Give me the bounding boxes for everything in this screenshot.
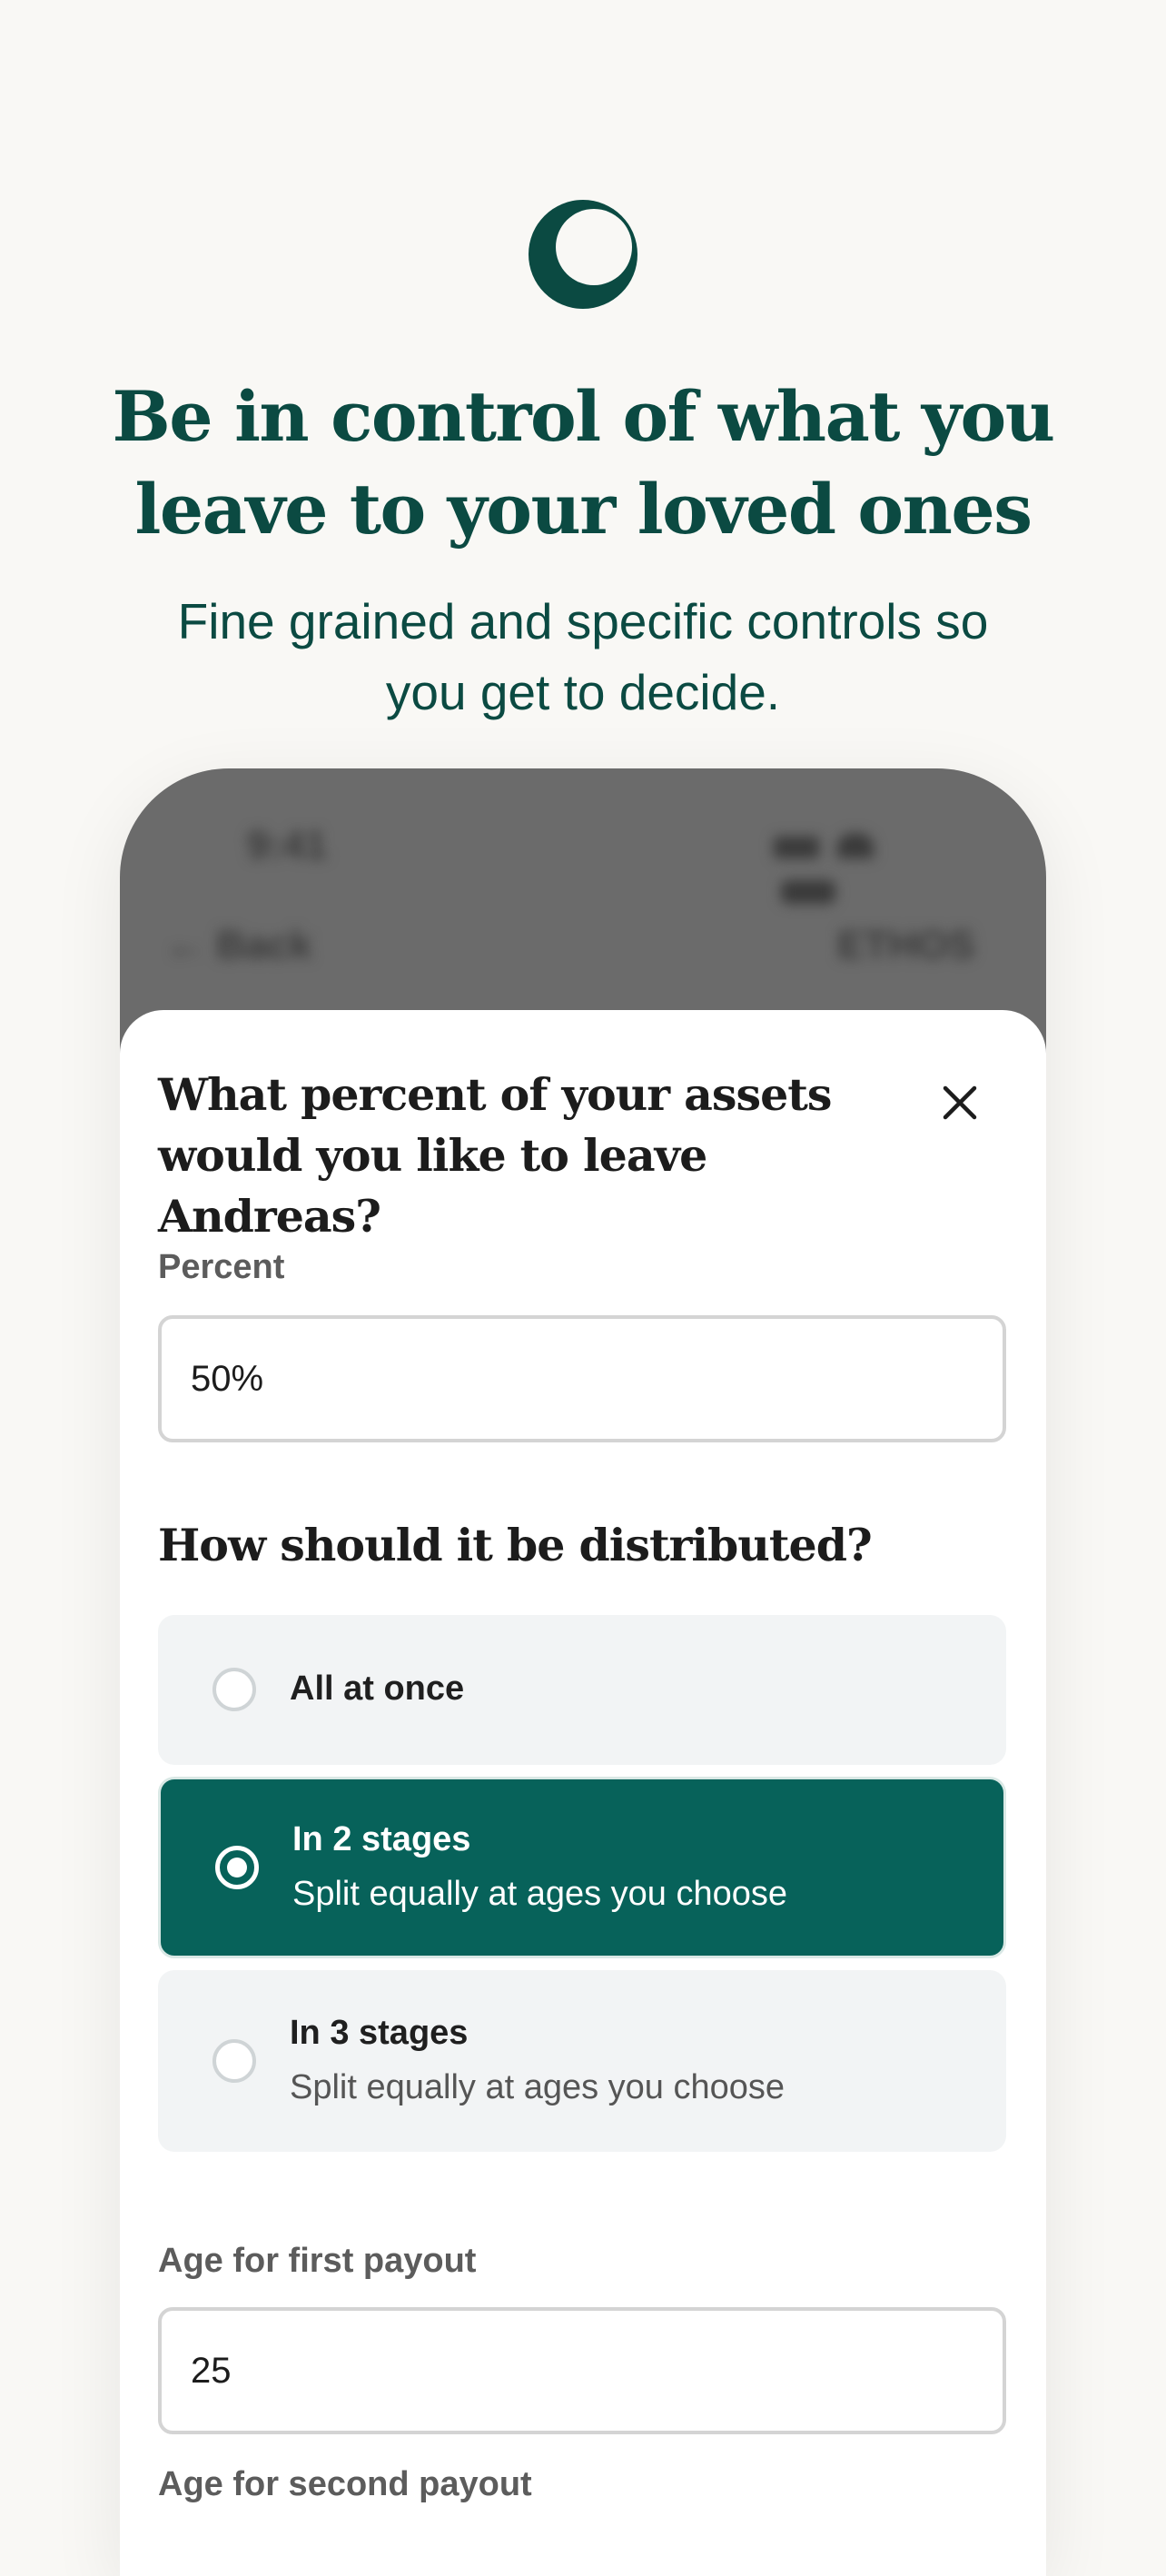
first-payout-input[interactable]	[158, 2307, 1006, 2434]
radio-button-selected[interactable]	[215, 1846, 259, 1889]
crescent-ring-icon	[529, 200, 637, 309]
status-time: 9:41	[247, 823, 328, 867]
radio-button[interactable]	[212, 2039, 256, 2083]
percent-input[interactable]	[158, 1315, 1006, 1442]
nav-back-link[interactable]: ← Back	[165, 923, 311, 968]
bottom-sheet: What percent of your assets would you li…	[120, 1010, 1046, 2576]
option-title: In 3 stages	[290, 2014, 469, 2052]
hero-subhead-line-2: you get to decide.	[385, 664, 781, 720]
option-subtitle: Split equally at ages you choose	[292, 1875, 788, 1913]
sheet-title-line-1: What percent of your assets	[158, 1068, 832, 1121]
sheet-title-line-2: would you like to leave Andreas?	[158, 1129, 707, 1243]
second-payout-label: Age for second payout	[158, 2465, 532, 2503]
hero-headline-line-1: Be in control of what you	[112, 376, 1055, 457]
status-icons	[774, 823, 928, 904]
option-title: All at once	[290, 1669, 465, 1708]
percent-label: Percent	[158, 1248, 285, 1286]
close-icon	[943, 1085, 977, 1120]
option-title: In 2 stages	[292, 1820, 471, 1858]
nav-brand: ETHOS	[837, 923, 975, 967]
option-two-stages[interactable]: In 2 stages Split equally at ages you ch…	[158, 1777, 1006, 1958]
first-payout-label: Age for first payout	[158, 2242, 477, 2280]
hero-headline: Be in control of what you leave to your …	[0, 371, 1166, 556]
option-all-at-once[interactable]: All at once	[158, 1615, 1006, 1765]
hero-subhead: Fine grained and specific controls so yo…	[0, 586, 1166, 728]
option-three-stages[interactable]: In 3 stages Split equally at ages you ch…	[158, 1970, 1006, 2152]
distribution-title: How should it be distributed?	[158, 1519, 873, 1571]
close-button[interactable]	[931, 1074, 989, 1132]
option-subtitle: Split equally at ages you choose	[290, 2068, 786, 2106]
phone-mockup: 9:41 ← Back ETHOS What percent of your a…	[120, 768, 1046, 2576]
hero-headline-line-2: leave to your loved ones	[134, 469, 1033, 550]
sheet-title: What percent of your assets would you li…	[158, 1065, 921, 1247]
hero-subhead-line-1: Fine grained and specific controls so	[177, 593, 989, 649]
radio-button[interactable]	[212, 1668, 256, 1711]
